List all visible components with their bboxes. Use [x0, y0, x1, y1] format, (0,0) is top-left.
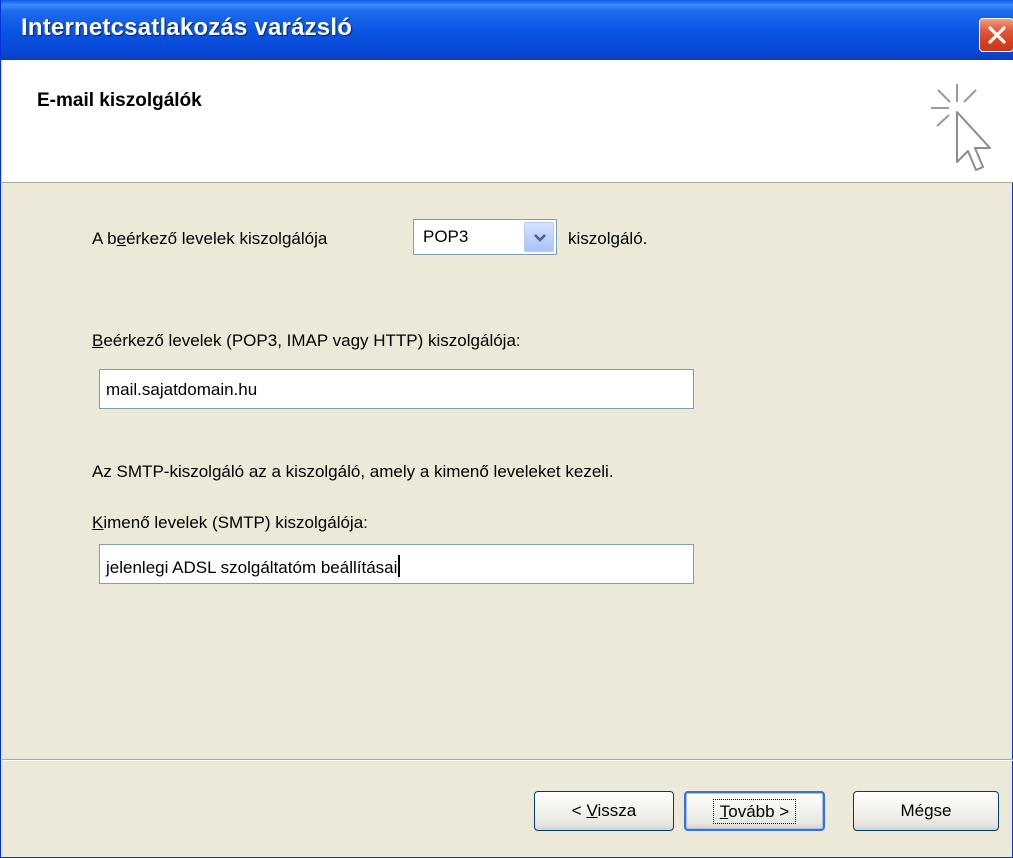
incoming-type-label: A beérkező levelek kiszolgálója	[92, 229, 328, 248]
dropdown-button[interactable]	[524, 222, 554, 252]
close-icon	[988, 26, 1006, 44]
wizard-window: Internetcsatlakozás varázsló E-mail kisz…	[0, 0, 1013, 858]
next-button[interactable]: Tovább >	[684, 791, 825, 831]
incoming-server-type-select[interactable]: POP3	[413, 219, 557, 255]
incoming-server-type-value: POP3	[423, 227, 469, 246]
outgoing-server-input[interactable]: jelenlegi ADSL szolgáltatóm beállításai	[99, 544, 694, 584]
text-caret	[398, 555, 401, 577]
page-title: E-mail kiszolgálók	[37, 90, 202, 111]
incoming-server-label: Beérkező levelek (POP3, IMAP vagy HTTP) …	[92, 331, 521, 350]
footer-divider	[2, 759, 1013, 761]
title-bar[interactable]: Internetcsatlakozás varázsló	[1, 0, 1013, 60]
chevron-down-icon	[534, 234, 546, 242]
incoming-type-suffix: kiszolgáló.	[568, 229, 648, 248]
focus-ring: Tovább >	[712, 799, 797, 824]
incoming-server-value: mail.sajatdomain.hu	[106, 380, 258, 399]
outgoing-server-label: Kimenő levelek (SMTP) kiszolgálója:	[92, 513, 368, 532]
outgoing-server-value: jelenlegi ADSL szolgáltatóm beállításai	[106, 555, 401, 578]
cancel-button[interactable]: Mégse	[853, 791, 999, 831]
header-panel: E-mail kiszolgálók	[2, 60, 1013, 183]
wizard-cursor-icon	[931, 84, 991, 171]
back-button[interactable]: < Vissza	[534, 791, 674, 831]
window-title: Internetcsatlakozás varázsló	[21, 14, 353, 41]
close-button[interactable]	[979, 18, 1013, 52]
smtp-info-text: Az SMTP-kiszolgáló az a kiszolgáló, amel…	[92, 462, 614, 481]
incoming-server-input[interactable]: mail.sajatdomain.hu	[99, 369, 694, 409]
